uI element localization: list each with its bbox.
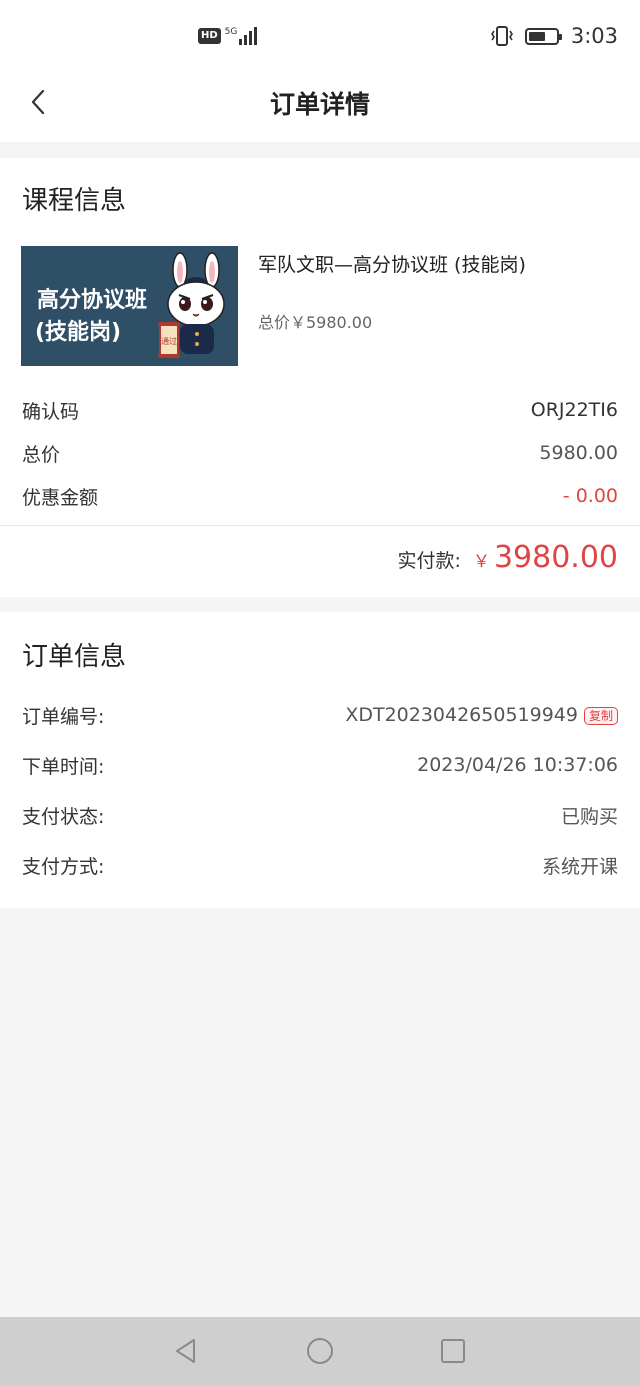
pay-method-value: 系统开课: [541, 855, 618, 878]
copy-button[interactable]: 复制: [583, 706, 618, 725]
order-number-label: 订单编号:: [22, 705, 105, 728]
thumbnail-title-line2: (技能岗): [35, 320, 122, 345]
confirm-code-value: ORJ22TI6: [530, 399, 618, 421]
confirm-code-row: 确认码 ORJ22TI6: [22, 396, 618, 424]
thumbnail-title-line1: 高分协议班: [37, 288, 148, 313]
pay-status-row: 支付状态: 已购买: [22, 801, 618, 829]
paid-amount-row: 实付款: ￥ 3980.00: [398, 540, 618, 584]
discount-value: - 0.00: [562, 485, 618, 507]
course-section-title: 课程信息: [22, 186, 127, 216]
status-bar: HD 5G 3:03: [0, 0, 640, 70]
order-number-row: 订单编号: XDT2023042650519949 复制: [22, 701, 618, 729]
pay-status-value: 已购买: [560, 805, 618, 828]
seal-text: 通过: [161, 336, 177, 346]
paid-currency: ￥: [472, 552, 490, 572]
pay-method-label: 支付方式:: [22, 855, 105, 878]
order-number-value-wrap: XDT2023042650519949 复制: [345, 704, 618, 726]
pay-status-label: 支付状态:: [22, 805, 105, 828]
hd-badge: HD: [198, 28, 221, 44]
page-title: 订单详情: [269, 90, 370, 119]
discount-label: 优惠金额: [22, 486, 99, 509]
total-price-row: 总价 5980.00: [22, 439, 618, 467]
system-nav-bar: [0, 1317, 640, 1385]
network-indicators: HD 5G: [198, 24, 258, 48]
total-price-value: 5980.00: [539, 442, 618, 464]
paid-amount: 3980.00: [493, 540, 618, 575]
order-info-card: 订单信息 订单编号: XDT2023042650519949 复制 下单时间: 2…: [0, 612, 640, 908]
course-price: 总价￥5980.00: [258, 313, 373, 332]
discount-row: 优惠金额 - 0.00: [22, 482, 618, 510]
battery-icon: [524, 27, 562, 45]
paid-label: 实付款:: [397, 550, 461, 572]
order-time-label: 下单时间:: [22, 755, 105, 778]
recents-square-icon[interactable]: [437, 1335, 469, 1367]
nav-bar: 订单详情: [0, 70, 640, 142]
confirm-code-label: 确认码: [22, 400, 80, 423]
home-circle-icon[interactable]: [304, 1335, 336, 1367]
order-number-value: XDT2023042650519949: [345, 704, 578, 726]
vibrate-icon: [490, 26, 513, 46]
signal-icon: 5G: [225, 27, 258, 45]
back-triangle-icon[interactable]: [170, 1335, 202, 1367]
course-thumbnail[interactable]: 高分协议班 (技能岗) 通过: [21, 246, 238, 366]
course-name[interactable]: 军队文职—高分协议班 (技能岗): [258, 250, 526, 277]
course-info-card: 课程信息 高分协议班 (技能岗) 通过 军队文职—高分协议班 (技能岗) 总价￥…: [0, 158, 640, 597]
divider: [0, 525, 640, 526]
rabbit-mascot-icon: 通过: [158, 252, 225, 358]
order-section-title: 订单信息: [22, 642, 127, 672]
status-right: 3:03: [490, 22, 618, 50]
order-time-value: 2023/04/26 10:37:06: [417, 754, 618, 776]
order-time-row: 下单时间: 2023/04/26 10:37:06: [22, 751, 618, 779]
network-type: 5G: [224, 27, 238, 37]
pay-method-row: 支付方式: 系统开课: [22, 851, 618, 879]
total-price-label: 总价: [22, 443, 61, 466]
clock: 3:03: [570, 24, 618, 48]
